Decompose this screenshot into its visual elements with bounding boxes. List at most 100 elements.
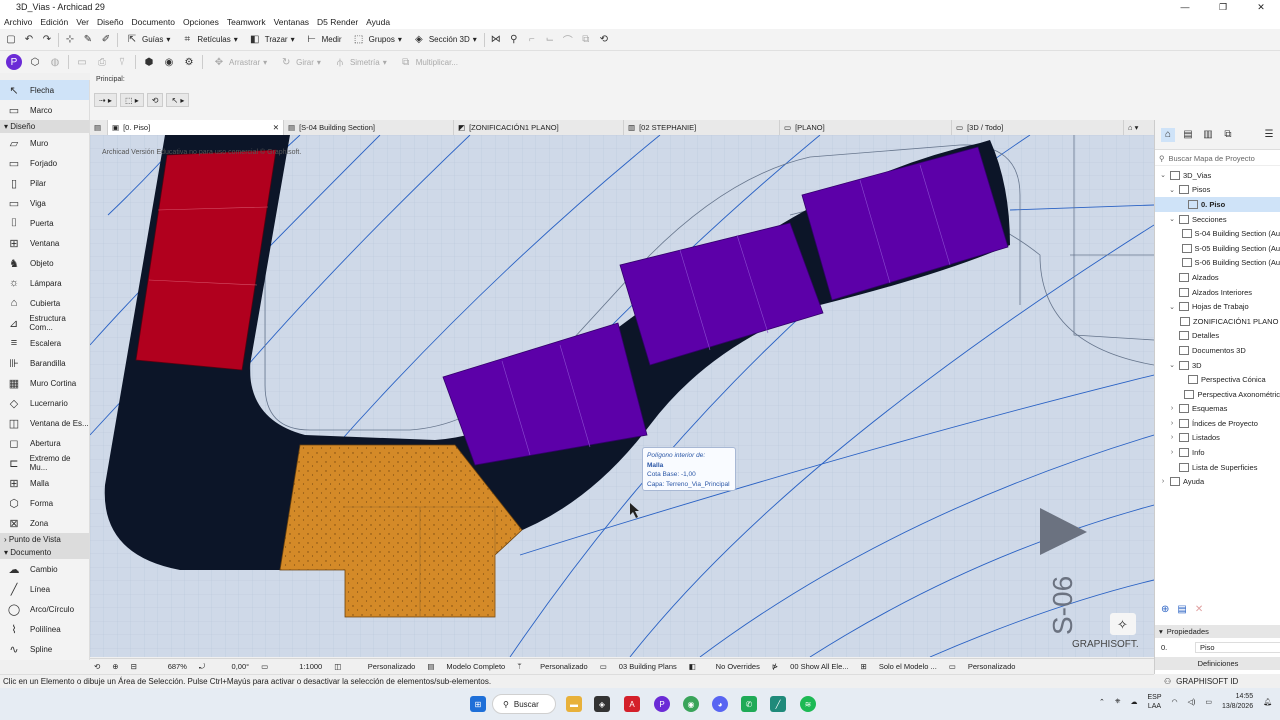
- maximize-button[interactable]: ❐: [1204, 0, 1242, 14]
- menu-edicion[interactable]: Edición: [36, 17, 72, 27]
- view-map-icon[interactable]: ▤: [1181, 128, 1195, 142]
- tree-item[interactable]: Perspectiva Cónica: [1155, 372, 1280, 387]
- menu-archivo[interactable]: Archivo: [0, 17, 36, 27]
- expand-icon[interactable]: ⌄: [1168, 303, 1176, 311]
- fillet-icon[interactable]: ⌒: [561, 33, 575, 47]
- adjust-icon[interactable]: ⌐: [525, 33, 539, 47]
- box-icon[interactable]: ⬡: [28, 55, 42, 69]
- rotation-icon[interactable]: ⟲: [146, 93, 164, 107]
- multiply-button[interactable]: ⧉ Multiplicar...: [396, 53, 461, 71]
- language-indicator[interactable]: ESP LAA: [1147, 693, 1161, 711]
- 3d-box-icon[interactable]: ⬢: [142, 55, 156, 69]
- tree-item[interactable]: ⌄ Hojas de Trabajo: [1155, 299, 1280, 314]
- pen-icon[interactable]: ᛘ: [513, 662, 526, 671]
- tree-item[interactable]: › Info: [1155, 445, 1280, 460]
- tool-muro-cortina[interactable]: ▦ Muro Cortina: [0, 373, 89, 393]
- tree-item[interactable]: ⌄ Pisos: [1155, 183, 1280, 198]
- profile-app-icon[interactable]: P: [654, 696, 670, 712]
- guides-button[interactable]: ⇱ Guías ▾: [122, 31, 173, 49]
- plans-icon[interactable]: ▭: [596, 662, 611, 671]
- tab-worksheet[interactable]: ◩ [ZONIFICACIÓN1 PLANO]: [454, 120, 624, 135]
- tool-abertura[interactable]: ◻ Abertura: [0, 433, 89, 453]
- file-explorer-icon[interactable]: ▬: [566, 696, 582, 712]
- cloud-icon[interactable]: ☁: [1130, 698, 1137, 706]
- tool-cambio[interactable]: ☁ Cambio: [0, 559, 89, 579]
- tree-item[interactable]: S-06 Building Section (Au: [1155, 256, 1280, 271]
- tool-objeto[interactable]: ♞ Objeto: [0, 253, 89, 273]
- menu-opciones[interactable]: Opciones: [179, 17, 223, 27]
- layout-book-icon[interactable]: ▥: [1201, 128, 1215, 142]
- window-icon[interactable]: ▭: [75, 55, 89, 69]
- minimize-button[interactable]: —: [1166, 0, 1204, 14]
- zoom-fit-icon[interactable]: ⊟: [127, 662, 141, 671]
- redo-icon[interactable]: ↷: [40, 33, 54, 47]
- drag-button[interactable]: ✥ Arrastrar ▾: [209, 53, 270, 71]
- marquee-type-icon[interactable]: ⬚ ▸: [119, 93, 144, 107]
- pointer-icon[interactable]: ↖ ▸: [166, 93, 190, 107]
- dimension-icon[interactable]: ▭: [945, 662, 960, 671]
- expand-icon[interactable]: ›: [1168, 434, 1176, 441]
- overrides-value[interactable]: No Overrides: [704, 662, 764, 671]
- structural-value[interactable]: Solo el Modelo ...: [875, 662, 941, 671]
- dimension-value[interactable]: Personalizado: [964, 662, 1020, 671]
- menu-teamwork[interactable]: Teamwork: [223, 17, 270, 27]
- expand-icon[interactable]: ⌄: [1159, 171, 1167, 179]
- clone-icon[interactable]: ▤: [1177, 604, 1186, 620]
- explode-icon[interactable]: ⋈: [489, 33, 503, 47]
- section-document-header[interactable]: ▾ Documento: [0, 546, 89, 559]
- measure-button[interactable]: ⊢ Medir: [302, 31, 345, 49]
- new-view-icon[interactable]: ⊕: [1161, 604, 1169, 620]
- tab-layout[interactable]: ▥ [02 STEPHANIE]: [624, 120, 780, 135]
- expand-icon[interactable]: ›: [1168, 420, 1176, 427]
- expand-icon[interactable]: ⌄: [1168, 186, 1176, 194]
- trace-button[interactable]: ◧ Trazar ▾: [245, 31, 298, 49]
- chrome-icon[interactable]: ◉: [683, 696, 699, 712]
- tool-cubierta[interactable]: ⌂ Cubierta: [0, 293, 89, 313]
- intersect-icon[interactable]: ⌙: [543, 33, 557, 47]
- inject-icon[interactable]: ✐: [99, 33, 113, 47]
- undo-zoom-icon[interactable]: ⟲: [90, 662, 104, 671]
- tool-forma[interactable]: ⬡ Forma: [0, 493, 89, 513]
- menu-diseno[interactable]: Diseño: [93, 17, 127, 27]
- definitions-button[interactable]: Definiciones: [1155, 657, 1280, 670]
- tree-item[interactable]: ZONIFICACIÓN1 PLANO (: [1155, 314, 1280, 329]
- project-map-icon[interactable]: ⌂: [1161, 127, 1175, 142]
- expand-icon[interactable]: ⌄: [1168, 215, 1176, 223]
- angle-value[interactable]: 0,00°: [213, 662, 253, 671]
- renovation-icon[interactable]: ⋫: [768, 662, 782, 671]
- tool-polilínea[interactable]: ⌇ Polilínea: [0, 619, 89, 639]
- tool-lámpara[interactable]: ☼ Lámpara: [0, 273, 89, 293]
- tool-spline[interactable]: ∿ Spline: [0, 639, 89, 659]
- scale-value[interactable]: 1:1000: [276, 662, 326, 671]
- tool-malla[interactable]: ⊞ Malla: [0, 473, 89, 493]
- whatsapp-icon[interactable]: ✆: [741, 696, 757, 712]
- tool-barandilla[interactable]: ⊪ Barandilla: [0, 353, 89, 373]
- new-file-icon[interactable]: ▢: [4, 33, 18, 47]
- tool-zona[interactable]: ⊠ Zona: [0, 513, 89, 533]
- section-viewpoint-header[interactable]: › Punto de Vista: [0, 533, 89, 546]
- tool-flecha[interactable]: ↖ Flecha: [0, 80, 89, 100]
- tool-ventana-de-es[interactable]: ◫ Ventana de Es...: [0, 413, 89, 433]
- menu-d5render[interactable]: D5 Render: [313, 17, 362, 27]
- wifi-icon[interactable]: ◠: [1172, 698, 1178, 706]
- layer-icon[interactable]: ◫: [330, 662, 345, 671]
- tree-item[interactable]: › Esquemas: [1155, 402, 1280, 417]
- tree-item[interactable]: S-04 Building Section (Au: [1155, 226, 1280, 241]
- tool-muro[interactable]: ▱ Muro: [0, 133, 89, 153]
- tool-marco[interactable]: ▭ Marco: [0, 100, 89, 120]
- navigator-menu-icon[interactable]: ☰: [1262, 128, 1276, 142]
- plans-value[interactable]: 03 Building Plans: [615, 662, 681, 671]
- tool-arco-círculo[interactable]: ◯ Arco/Círculo: [0, 599, 89, 619]
- section-3d-button[interactable]: ◈ Sección 3D ▾: [409, 31, 480, 49]
- lightbulb-icon[interactable]: ⍢: [115, 55, 129, 69]
- graphisoft-id-bar[interactable]: ⚇ GRAPHISOFT ID: [1154, 674, 1280, 688]
- groups-button[interactable]: ⬚ Grupos ▾: [349, 31, 405, 49]
- renovation-value[interactable]: 00 Show All Ele...: [786, 662, 852, 671]
- structural-icon[interactable]: ⊞: [857, 662, 871, 671]
- tool-escalera[interactable]: ≡ Escalera: [0, 333, 89, 353]
- tool-estructura-com[interactable]: ⊿ Estructura Com...: [0, 313, 89, 333]
- offset-icon[interactable]: ⧉: [579, 33, 593, 47]
- archicad-active-icon[interactable]: ╱: [770, 696, 786, 712]
- profile-icon[interactable]: P: [6, 54, 22, 70]
- eyedropper-icon[interactable]: ✎: [81, 33, 95, 47]
